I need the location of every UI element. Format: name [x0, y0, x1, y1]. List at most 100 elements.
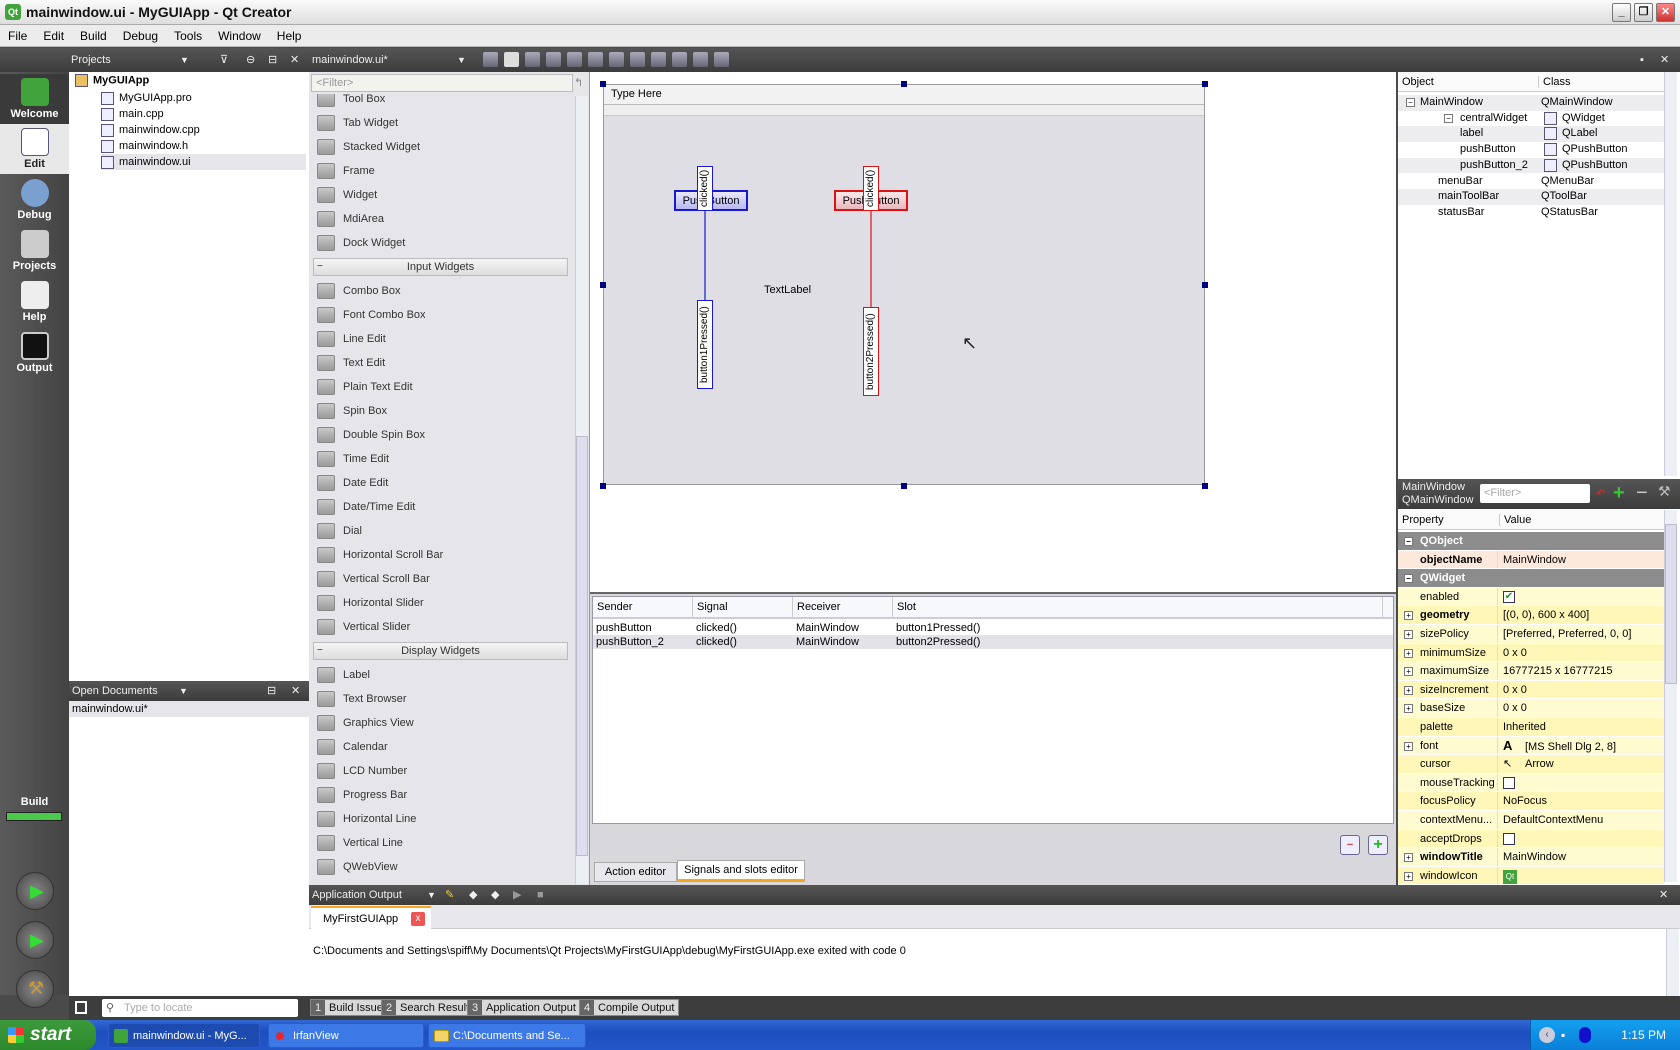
prev-arrow-icon[interactable]: ◆ — [469, 885, 477, 905]
widget-box-item[interactable]: Calendar — [309, 735, 574, 759]
property-value[interactable]: MainWindow — [1499, 551, 1566, 570]
connection-row[interactable]: pushButton clicked() MainWindow button1Pres… — [593, 621, 1393, 635]
tab-action-editor[interactable]: Action editor — [594, 862, 677, 882]
collapse-icon[interactable]: − — [1404, 537, 1413, 546]
toggle-sidebar-icon[interactable] — [75, 1001, 87, 1014]
property-value[interactable]: 0 x 0 — [1499, 644, 1527, 663]
object-tree-row[interactable]: statusBar QStatusBar — [1398, 205, 1664, 221]
column-header-object[interactable]: Object — [1402, 76, 1434, 88]
property-row[interactable]: windowTitle + MainWindow — [1398, 848, 1664, 867]
checkbox-checked[interactable]: ✔ — [1503, 590, 1515, 603]
property-value[interactable]: [Preferred, Preferred, 0, 0] — [1499, 625, 1631, 644]
object-tree-row[interactable]: pushButton QPushButton — [1398, 142, 1664, 158]
property-value[interactable]: [(0, 0), 600 x 400] — [1499, 606, 1589, 625]
object-tree-row[interactable]: − centralWidget QWidget — [1398, 111, 1664, 127]
taskbar-item-qt-creator[interactable]: mainwindow.ui - MyG... — [108, 1023, 260, 1048]
output-pane-button[interactable]: 3 Application Output — [467, 999, 581, 1016]
expand-icon[interactable]: + — [1404, 871, 1413, 881]
property-row[interactable]: objectName MainWindow — [1398, 550, 1664, 570]
column-header-receiver[interactable]: Receiver — [793, 597, 893, 618]
clear-filter-icon[interactable]: ↰ — [574, 76, 583, 89]
tab-signals-slots-editor[interactable]: Signals and slots editor — [677, 860, 805, 882]
object-tree-row[interactable]: − MainWindow QMainWindow — [1398, 95, 1664, 111]
widget-box-item[interactable]: Widget — [309, 183, 574, 207]
start-button[interactable]: start — [0, 1020, 96, 1050]
lock-icon[interactable]: ▪ — [1640, 48, 1644, 72]
property-value[interactable]: Inherited — [1499, 718, 1546, 737]
property-value[interactable]: ↖ Arrow — [1499, 755, 1554, 774]
widget-box-item[interactable]: Date/Time Edit — [309, 495, 574, 519]
layout-grid-icon[interactable] — [672, 52, 687, 67]
object-tree-row[interactable]: menuBar QMenuBar — [1398, 174, 1664, 190]
widget-box-item[interactable]: Horizontal Slider — [309, 591, 574, 615]
property-row[interactable]: geometry + [(0, 0), 600 x 400] — [1398, 606, 1664, 625]
expand-icon[interactable]: + — [1404, 667, 1413, 677]
project-file-item[interactable]: main.cpp — [101, 106, 306, 122]
project-file-item[interactable]: mainwindow.h — [101, 138, 306, 154]
add-property-icon[interactable]: + — [1613, 482, 1625, 504]
menu-build[interactable]: Build — [72, 25, 115, 47]
widget-box-item[interactable]: Horizontal Line — [309, 807, 574, 831]
mode-help[interactable]: Help — [0, 277, 69, 327]
property-row[interactable]: palette Inherited — [1398, 718, 1664, 737]
widget-box-item[interactable]: Time Edit — [309, 447, 574, 471]
column-header-class[interactable]: Class — [1538, 76, 1571, 88]
property-value[interactable]: 0 x 0 — [1499, 681, 1527, 700]
run-button[interactable]: ▶ — [16, 872, 54, 910]
next-arrow-icon[interactable]: ◆ — [491, 885, 499, 905]
menu-file[interactable]: File — [0, 25, 35, 47]
collapse-icon[interactable]: − — [1406, 98, 1415, 107]
property-value[interactable] — [1499, 774, 1515, 793]
build-button[interactable]: ⚒ — [16, 970, 54, 1008]
close-icon[interactable]: ✕ — [1659, 885, 1668, 905]
expand-icon[interactable]: + — [1404, 685, 1413, 695]
open-documents-selector[interactable]: Open Documents — [69, 685, 158, 697]
project-root[interactable]: MyGUIApp — [75, 74, 149, 87]
object-tree-row[interactable]: pushButton_2 QPushButton — [1398, 157, 1664, 174]
adjust-size-icon[interactable] — [714, 52, 729, 67]
show-hidden-icons-button[interactable]: ‹ — [1539, 1027, 1555, 1043]
add-connection-button[interactable]: + — [1368, 835, 1388, 855]
property-value[interactable]: NoFocus — [1499, 792, 1547, 811]
column-header-signal[interactable]: Signal — [693, 597, 793, 618]
close-tab-icon[interactable]: x — [411, 912, 425, 926]
widget-box-item[interactable]: Progress Bar — [309, 783, 574, 807]
text-label-widget[interactable]: TextLabel — [764, 284, 811, 296]
widget-box-item[interactable]: Tool Box — [309, 94, 574, 111]
menu-debug[interactable]: Debug — [115, 25, 166, 47]
maximize-button[interactable]: ❐ — [1634, 3, 1653, 22]
widget-box-item[interactable]: Text Edit — [309, 351, 574, 375]
mode-edit[interactable]: Edit — [0, 124, 69, 174]
expand-icon[interactable]: + — [1404, 611, 1413, 621]
checkbox-unchecked[interactable] — [1503, 776, 1515, 789]
property-row[interactable]: baseSize +0 x 0 — [1398, 699, 1664, 718]
widget-box-item[interactable]: Vertical Slider — [309, 615, 574, 639]
expand-icon[interactable]: + — [1404, 741, 1413, 751]
expand-icon[interactable]: + — [1404, 853, 1413, 863]
taskbar-item-irfanview[interactable]: ✸ IrfanView — [268, 1023, 424, 1048]
mode-projects[interactable]: Projects — [0, 226, 69, 276]
close-icon[interactable]: ✕ — [1660, 48, 1669, 72]
projects-view-selector[interactable]: Projects — [71, 48, 111, 72]
property-row[interactable]: focusPolicy NoFocus — [1398, 792, 1664, 811]
property-row[interactable]: minimumSize +0 x 0 — [1398, 643, 1664, 663]
object-tree-row[interactable]: mainToolBar QToolBar — [1398, 189, 1664, 205]
chevron-down-icon[interactable]: ▼ — [457, 48, 466, 72]
property-value[interactable] — [1499, 830, 1515, 849]
property-value[interactable]: ✔ — [1499, 588, 1515, 607]
layout-form-icon[interactable] — [651, 52, 666, 67]
close-icon[interactable]: ✕ — [291, 681, 300, 701]
property-group[interactable]: QObject − — [1398, 532, 1664, 551]
widget-box-item[interactable]: Frame — [309, 159, 574, 183]
widget-box-item[interactable]: Graphics View — [309, 711, 574, 735]
widget-box-item[interactable]: Line Edit — [309, 327, 574, 351]
run-icon[interactable]: ▶ — [513, 885, 521, 905]
menu-window[interactable]: Window — [210, 25, 269, 47]
resize-handle[interactable] — [600, 81, 606, 87]
project-file-item[interactable]: mainwindow.ui — [101, 154, 306, 170]
widget-box-item[interactable]: Vertical Line — [309, 831, 574, 855]
widget-box-item[interactable]: Tab Widget — [309, 111, 574, 135]
edit-widgets-icon[interactable] — [483, 52, 498, 67]
column-header-property[interactable]: Property — [1402, 514, 1444, 526]
widget-filter-input[interactable]: <Filter> — [311, 74, 573, 92]
